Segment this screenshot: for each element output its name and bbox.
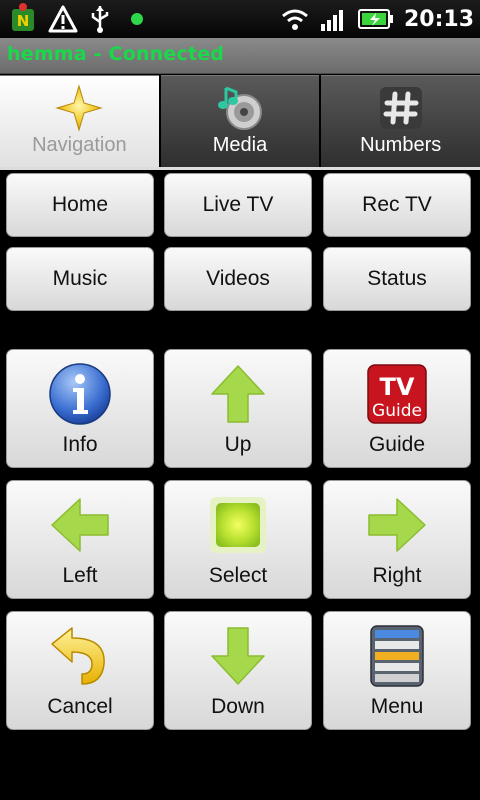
signal-icon [320,10,343,31]
tab-numbers[interactable]: Numbers [321,75,480,168]
media-disc-icon [218,86,262,130]
hash-icon [379,87,422,129]
live-tv-button[interactable]: Live TV [164,173,312,237]
menu-button-label: Menu [370,695,424,718]
select-button-label: Select [208,564,268,587]
title-bar: hemma - Connected [0,38,480,74]
music-button[interactable]: Music [6,247,154,311]
arrow-up-icon [211,365,265,423]
home-button[interactable]: Home [6,173,154,237]
tab-navigation[interactable]: Navigation [0,75,159,168]
tab-bar: Navigation Media Numbers [0,75,480,168]
tv-guide-icon: TV Guide [367,364,427,424]
menu-list-icon [370,625,424,687]
tab-media-label: Media [212,134,268,156]
videos-button[interactable]: Videos [164,247,312,311]
status-button[interactable]: Status [323,247,471,311]
wifi-icon [282,9,308,30]
info-icon [49,363,111,425]
usb-icon [91,6,109,33]
navigation-star-icon [55,84,104,132]
down-button[interactable]: Down [164,611,312,730]
sync-dot-icon [131,13,143,25]
right-button-label: Right [372,564,422,587]
right-button[interactable]: Right [323,480,471,599]
tab-numbers-label: Numbers [360,134,442,156]
tab-media[interactable]: Media [160,75,320,168]
warning-icon [48,5,78,33]
info-button[interactable]: Info [6,349,154,468]
down-button-label: Down [211,695,265,718]
svg-text:N: N [17,12,30,30]
undo-arrow-icon [51,627,105,685]
live-tv-button-label: Live TV [202,193,274,216]
rec-tv-button-label: Rec TV [362,193,432,216]
battery-charging-icon [357,9,393,29]
clock: 20:13 [403,6,474,32]
arrow-right-icon [368,498,426,552]
left-button-label: Left [62,564,98,587]
arrow-down-icon [211,627,265,685]
status-button-label: Status [367,267,427,290]
home-button-label: Home [51,193,109,216]
status-bar: N 20:13 [0,0,480,38]
menu-button[interactable]: Menu [323,611,471,730]
guide-button-label: Guide [368,433,426,456]
videos-button-label: Videos [206,267,270,290]
up-button-label: Up [224,433,252,456]
tv-guide-icon-tv: TV [380,373,415,401]
info-button-label: Info [62,433,98,456]
connection-title: hemma - Connected [7,43,225,65]
cancel-button[interactable]: Cancel [6,611,154,730]
select-square-icon [210,497,266,553]
tab-divider [0,167,480,170]
guide-button[interactable]: TV Guide Guide [323,349,471,468]
cancel-button-label: Cancel [47,695,113,718]
music-button-label: Music [52,267,108,290]
left-button[interactable]: Left [6,480,154,599]
up-button[interactable]: Up [164,349,312,468]
select-button[interactable]: Select [164,480,312,599]
app-notification-icon: N [12,3,34,31]
arrow-left-icon [51,498,109,552]
rec-tv-button[interactable]: Rec TV [323,173,471,237]
tv-guide-icon-guide: Guide [372,401,422,421]
tab-navigation-label: Navigation [32,134,127,156]
